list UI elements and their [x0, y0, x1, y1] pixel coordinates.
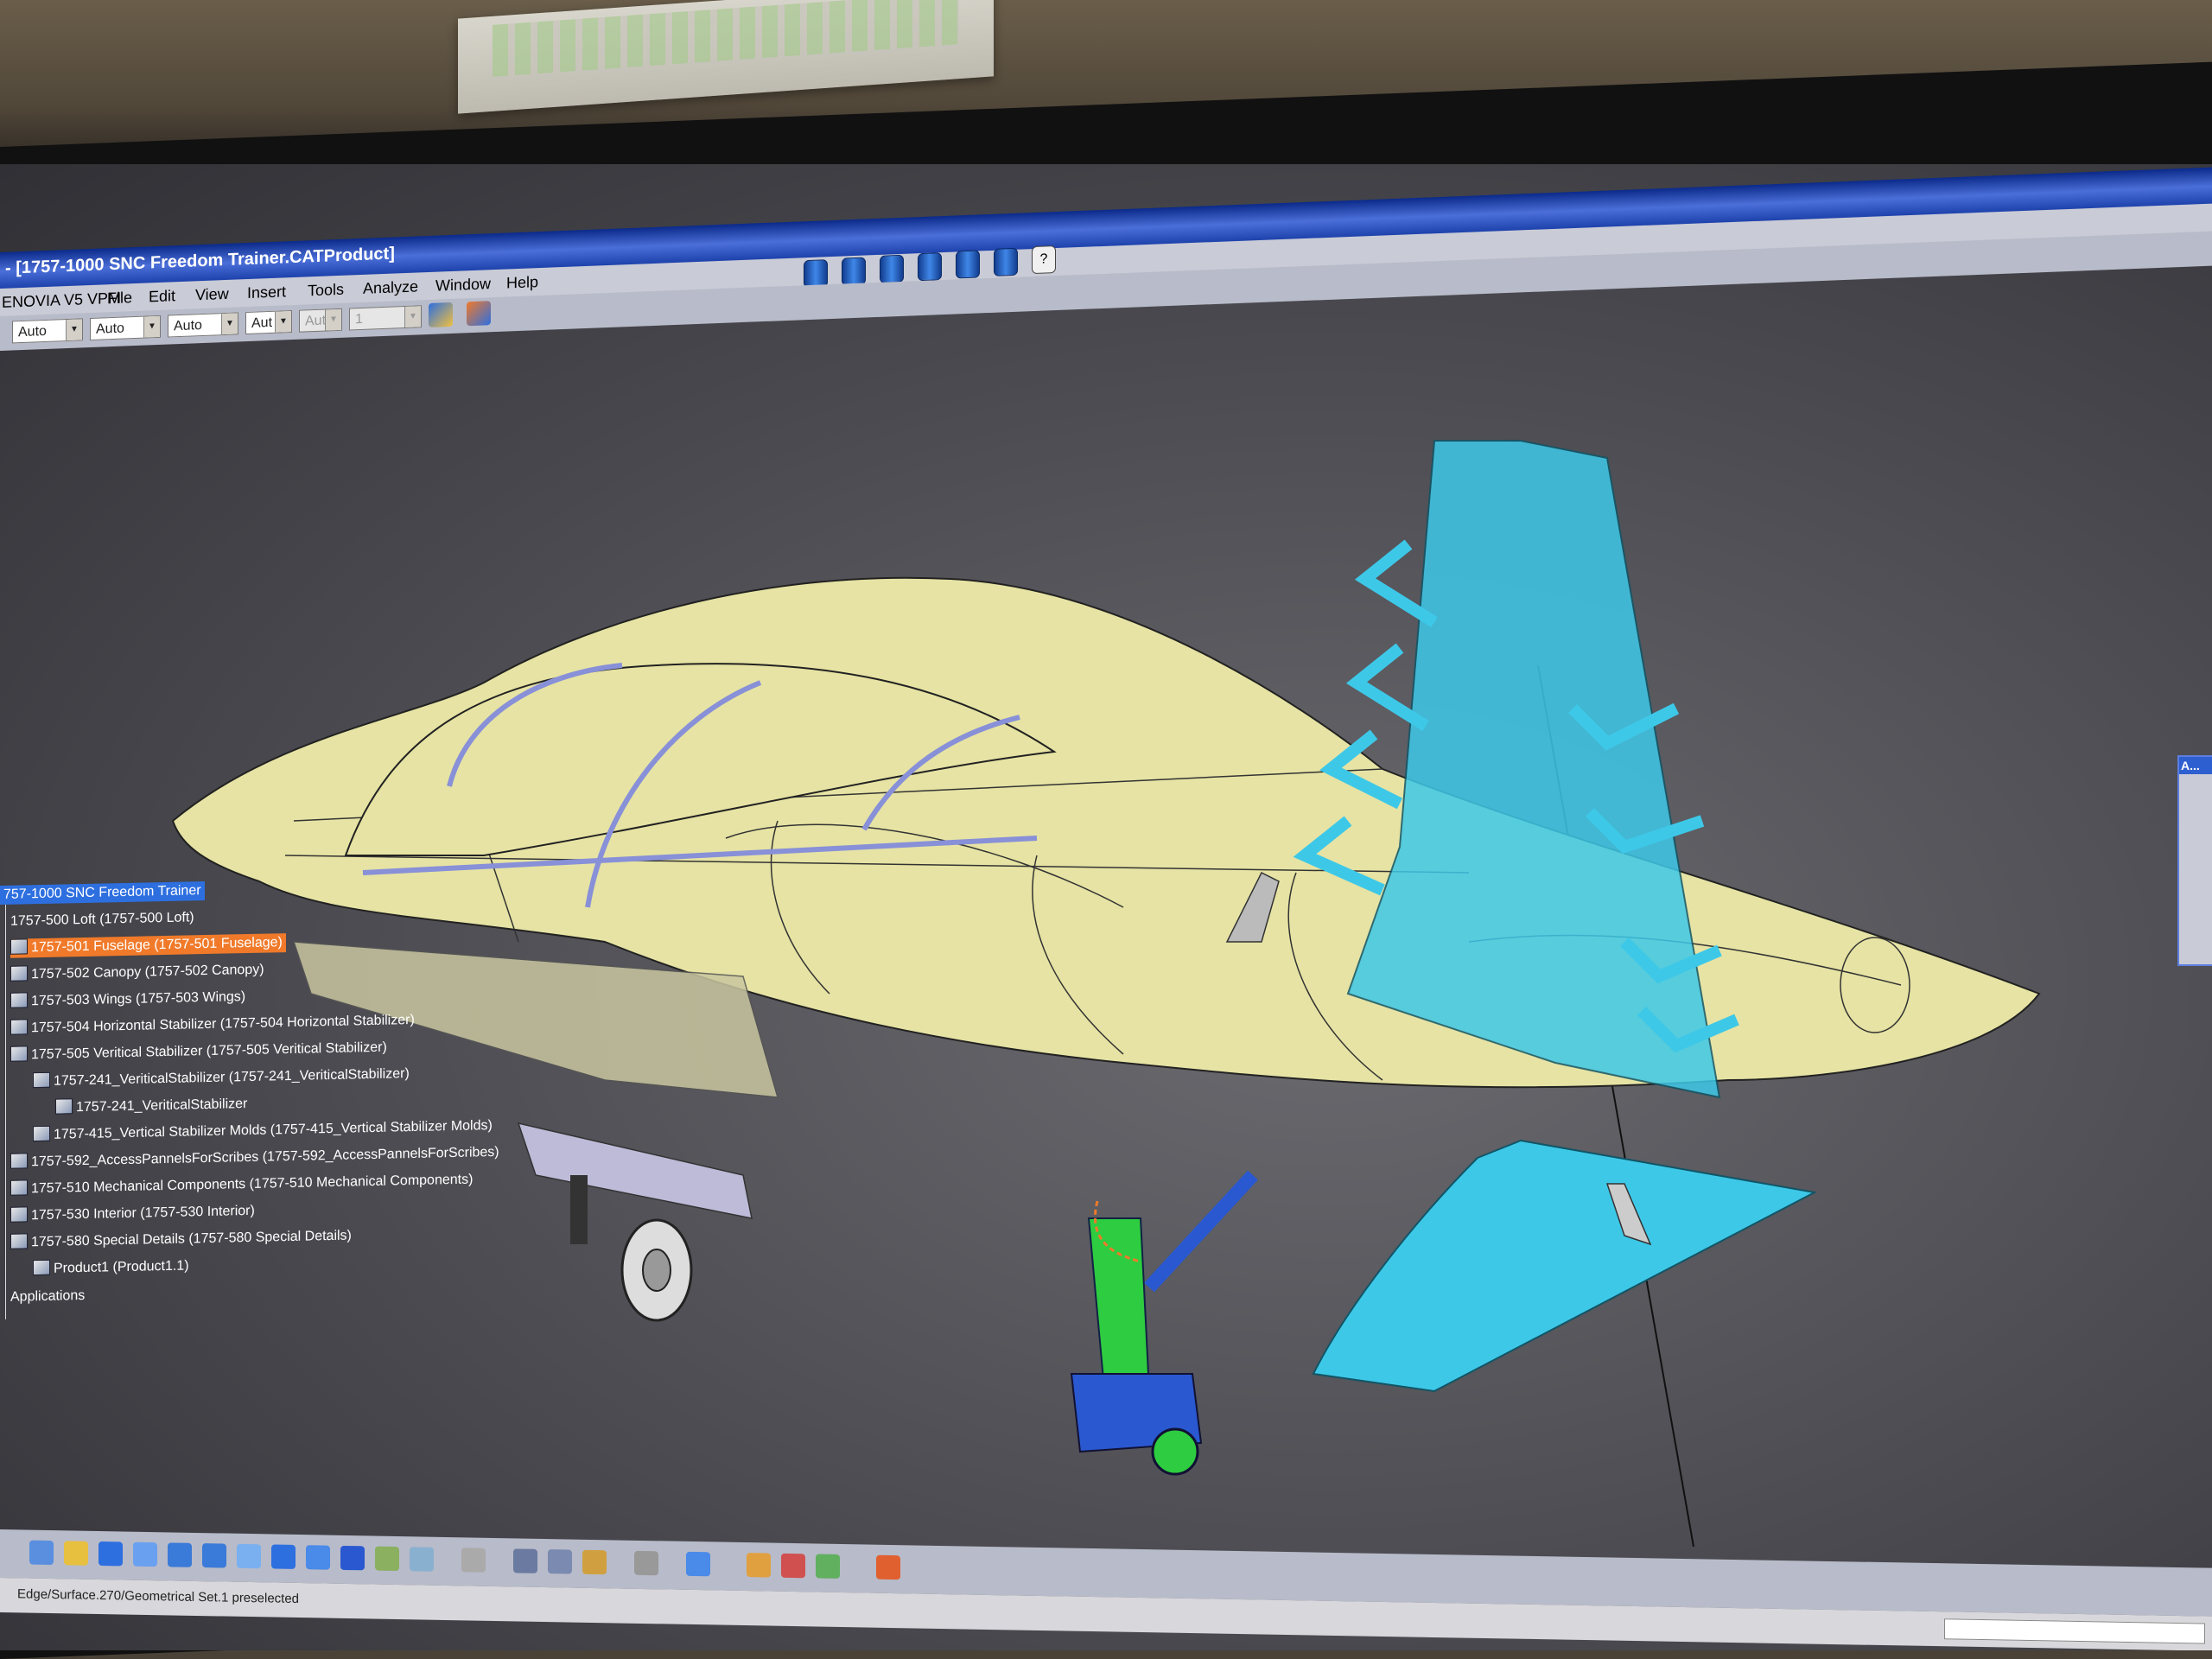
swap-visible-icon[interactable]: [410, 1547, 434, 1572]
status-text: Edge/Surface.270/Geometrical Set.1 prese…: [17, 1586, 300, 1607]
layer-combo[interactable]: 1 ▼: [349, 305, 422, 331]
tree-node[interactable]: Product1 (Product1.1): [33, 1256, 189, 1279]
side-palette[interactable]: A...: [2177, 755, 2212, 966]
properties-icon[interactable]: [467, 301, 491, 327]
product-icon: [10, 938, 28, 955]
fill-color-value: Auto: [18, 323, 47, 340]
shading-icon[interactable]: [340, 1545, 365, 1571]
chevron-down-icon[interactable]: ▼: [66, 319, 82, 341]
pan-icon[interactable]: [99, 1541, 123, 1567]
chevron-down-icon[interactable]: ▼: [325, 308, 341, 331]
rotate-icon[interactable]: [133, 1541, 157, 1567]
command-input[interactable]: [1944, 1618, 2205, 1644]
refresh-icon[interactable]: [582, 1549, 607, 1575]
product-icon: [10, 1046, 28, 1062]
cylinder-icon[interactable]: [880, 254, 904, 283]
point-type-value: Aut: [305, 313, 327, 329]
menu-edit[interactable]: Edit: [149, 287, 175, 306]
vertical-stabilizer[interactable]: [1346, 440, 1721, 1099]
tree-node-label: 1757-503 Wings (1757-503 Wings): [31, 989, 246, 1009]
chevron-down-icon[interactable]: ▼: [404, 306, 421, 328]
tree-node-label: 1757-501 Fuselage (1757-501 Fuselage): [31, 935, 283, 956]
tree-node-label: 757-1000 SNC Freedom Trainer: [3, 883, 201, 902]
zoom-in-icon[interactable]: [168, 1542, 192, 1567]
main-landing-gear[interactable]: [1070, 1170, 1258, 1476]
fill-color-combo[interactable]: Auto ▼: [12, 318, 83, 344]
product-icon: [33, 1125, 50, 1142]
window-title: - [1757-1000 SNC Freedom Trainer.CATProd…: [5, 244, 395, 278]
normal-view-icon[interactable]: [237, 1543, 261, 1569]
product-icon: [10, 992, 28, 1008]
zoom-out-icon[interactable]: [202, 1543, 226, 1568]
product-icon: [10, 1019, 28, 1035]
cylinder-icon[interactable]: [804, 259, 828, 289]
compass-icon[interactable]: [686, 1551, 710, 1577]
ventral-fairing: [517, 1122, 753, 1219]
menu-insert[interactable]: Insert: [247, 283, 286, 302]
point-type-combo[interactable]: Aut ▼: [299, 308, 342, 333]
tree-node-label: Applications: [10, 1287, 86, 1305]
product-icon: [10, 1233, 28, 1249]
plane-icon[interactable]: [634, 1550, 658, 1576]
product-icon: [10, 965, 28, 982]
snap-icon[interactable]: [876, 1554, 900, 1580]
tree-node[interactable]: 1757-241_VeriticalStabilizer: [55, 1095, 247, 1118]
tree-node-label: 1757-580 Special Details (1757-580 Speci…: [31, 1228, 352, 1250]
cylinder-icon[interactable]: [994, 247, 1018, 276]
line-color-combo[interactable]: Auto ▼: [90, 315, 161, 341]
update-icon[interactable]: [461, 1548, 486, 1573]
product-icon: [10, 1179, 28, 1196]
product-icon: [10, 1153, 28, 1169]
tree-node-label: 1757-502 Canopy (1757-502 Canopy): [31, 962, 264, 982]
measure-icon[interactable]: [513, 1548, 537, 1573]
part-icon: [55, 1098, 73, 1115]
chevron-down-icon[interactable]: ▼: [275, 311, 291, 333]
menu-view[interactable]: View: [195, 285, 229, 304]
tree-node-label: 1757-500 Loft (1757-500 Loft): [10, 910, 194, 929]
tree-branch-line: [5, 904, 6, 1319]
paper-table: [493, 0, 959, 77]
menu-tools[interactable]: Tools: [308, 281, 344, 301]
menu-help[interactable]: Help: [506, 273, 538, 292]
product-icon: [33, 1259, 50, 1276]
catalog-icon[interactable]: [548, 1549, 572, 1574]
cylinder-icon[interactable]: [842, 257, 866, 286]
line-type-value: Auto: [174, 318, 202, 334]
cylinder-icon[interactable]: [918, 252, 942, 282]
line-weight-combo[interactable]: Aut ▼: [245, 310, 292, 335]
layer-value: 1: [355, 311, 363, 327]
render-icon[interactable]: [781, 1553, 805, 1579]
painter-icon[interactable]: [429, 302, 453, 327]
menu-window[interactable]: Window: [435, 275, 491, 295]
grid-icon[interactable]: [816, 1554, 840, 1579]
menu-enovia[interactable]: ENOVIA V5 VPM: [2, 289, 121, 312]
menu-file[interactable]: File: [107, 289, 132, 308]
cylinder-icon[interactable]: [956, 250, 980, 279]
fit-all-icon[interactable]: [64, 1541, 88, 1566]
tree-node-label: Product1 (Product1.1): [54, 1258, 189, 1276]
chevron-down-icon[interactable]: ▼: [143, 315, 160, 338]
tree-node-label: 1757-241_VeriticalStabilizer: [76, 1096, 248, 1116]
horizontal-stabilizer[interactable]: [1312, 1139, 1818, 1393]
line-color-value: Auto: [96, 321, 124, 337]
monitor-screen: - [1757-1000 SNC Freedom Trainer.CATProd…: [0, 164, 2212, 1650]
chevron-down-icon[interactable]: ▼: [221, 313, 238, 335]
iso-view-icon[interactable]: [306, 1545, 330, 1570]
product-icon: [10, 1206, 28, 1223]
multi-view-icon[interactable]: [271, 1544, 296, 1569]
help-icon[interactable]: ?: [1032, 245, 1056, 275]
menu-analyze[interactable]: Analyze: [363, 277, 418, 297]
tree-node[interactable]: 1757-500 Loft (1757-500 Loft): [10, 908, 194, 931]
line-weight-value: Aut: [251, 315, 273, 331]
material-icon[interactable]: [747, 1553, 771, 1578]
hide-show-icon[interactable]: [375, 1546, 399, 1572]
tree-node-label: 1757-530 Interior (1757-530 Interior): [31, 1203, 255, 1224]
line-type-combo[interactable]: Auto ▼: [168, 312, 238, 338]
product-icon: [33, 1071, 50, 1089]
fly-icon[interactable]: [29, 1540, 54, 1566]
tree-node-applications[interactable]: Applications: [10, 1287, 85, 1307]
palette-header: A...: [2179, 757, 2212, 774]
3d-viewport[interactable]: [0, 164, 2212, 1650]
